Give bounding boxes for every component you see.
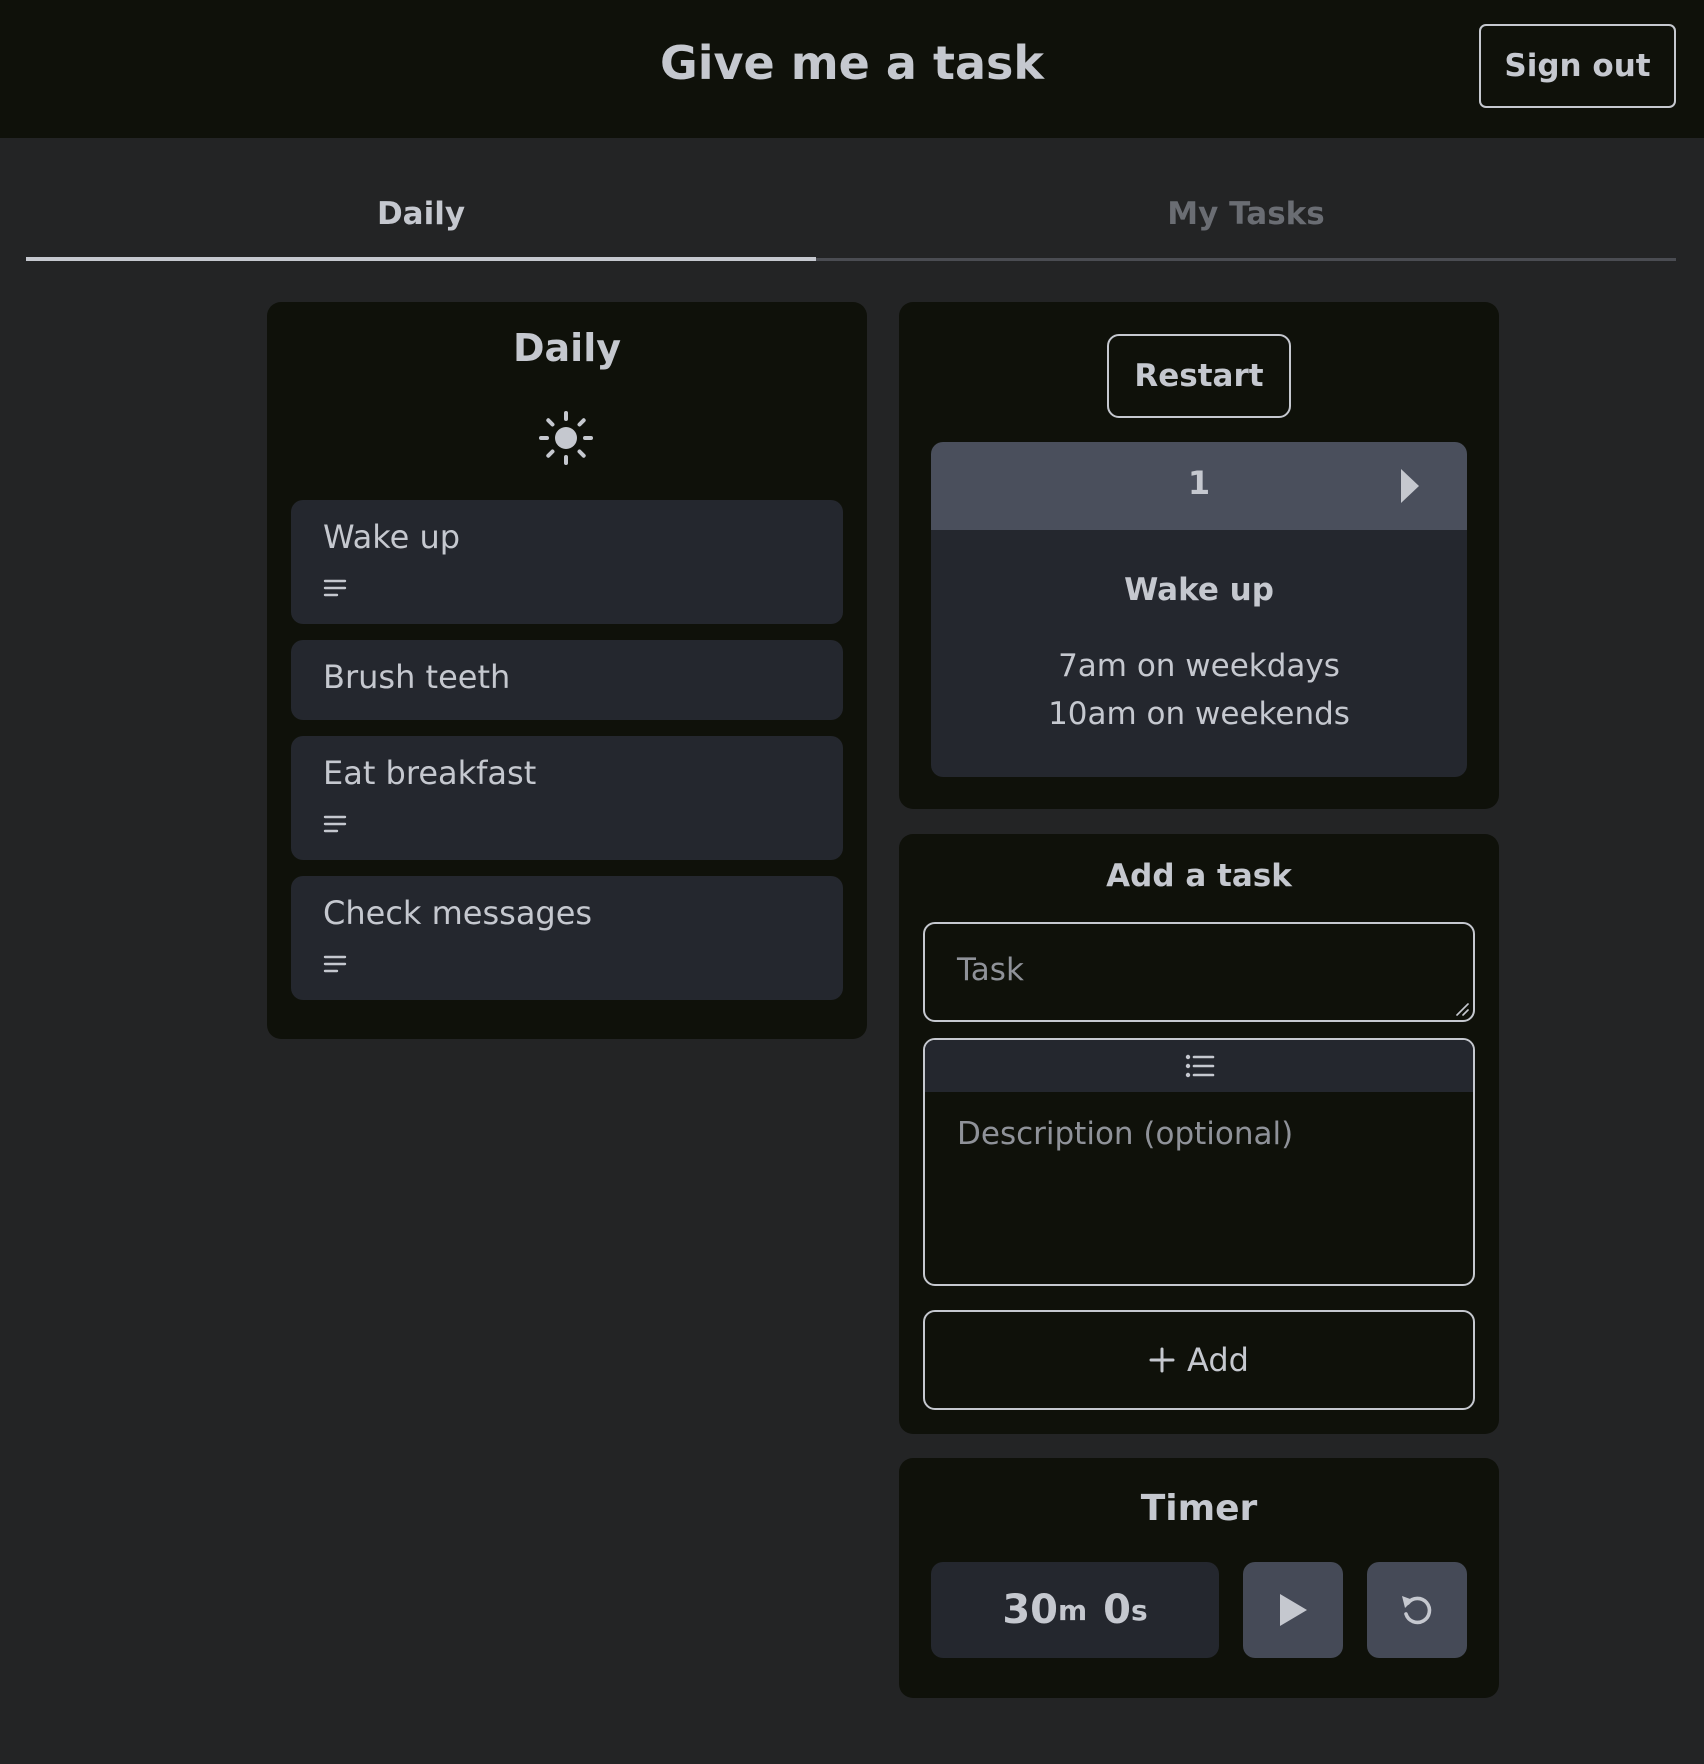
description-input[interactable] [925, 1092, 1473, 1284]
daily-task-label: Wake up [323, 518, 461, 556]
description-icon [323, 955, 347, 973]
timer-minutes-unit: m [1057, 1593, 1088, 1627]
timer-play-button[interactable] [1243, 1562, 1343, 1658]
add-task-button[interactable]: Add [923, 1310, 1475, 1410]
current-task-description: 7am on weekdays 10am on weekends [931, 642, 1467, 738]
app-title: Give me a task [660, 36, 1044, 90]
tab-active-indicator [26, 257, 816, 261]
sign-out-button[interactable]: Sign out [1479, 24, 1676, 108]
timer-reset-button[interactable] [1367, 1562, 1467, 1658]
current-task-title: Wake up [1124, 572, 1274, 608]
add-button-label: Add [1187, 1341, 1249, 1379]
daily-task-label: Brush teeth [323, 658, 511, 696]
daily-task-item[interactable]: Eat breakfast [291, 736, 843, 860]
description-line: 10am on weekends [1048, 696, 1350, 732]
list-icon[interactable] [1185, 1052, 1215, 1080]
sun-icon [539, 411, 593, 465]
reset-icon [1402, 1596, 1432, 1625]
description-icon [323, 815, 347, 833]
task-number: 1 [1187, 464, 1211, 502]
add-task-title: Add a task [1106, 858, 1292, 894]
timer-minutes: 30 [1002, 1587, 1058, 1633]
daily-task-item[interactable]: Check messages [291, 876, 843, 1000]
description-line: 7am on weekdays [1058, 648, 1340, 684]
next-arrow-icon[interactable] [1397, 466, 1423, 506]
daily-task-label: Eat breakfast [323, 754, 537, 792]
description-toolbar [925, 1040, 1473, 1092]
timer-seconds: 0 [1103, 1587, 1132, 1633]
task-input[interactable] [923, 922, 1475, 1022]
timer-seconds-unit: s [1131, 1593, 1148, 1627]
daily-task-item[interactable]: Wake up [291, 500, 843, 624]
timer-display: 30 m 0 s [931, 1562, 1219, 1658]
plus-icon [1149, 1347, 1175, 1373]
tab-my-tasks[interactable]: My Tasks [816, 196, 1676, 238]
daily-task-item[interactable]: Brush teeth [291, 640, 843, 720]
current-task-header: 1 [931, 442, 1467, 530]
resize-grip-icon[interactable] [1455, 1002, 1469, 1016]
play-icon [1280, 1594, 1307, 1626]
daily-task-label: Check messages [323, 894, 593, 932]
description-editor [923, 1038, 1475, 1286]
tab-daily[interactable]: Daily [26, 196, 816, 238]
daily-title: Daily [512, 326, 621, 370]
restart-button[interactable]: Restart [1107, 334, 1291, 418]
timer-title: Timer [1140, 1488, 1258, 1529]
current-task-card: Wake up 7am on weekdays 10am on weekends [931, 530, 1467, 777]
app-header: Give me a task Sign out [0, 0, 1704, 138]
description-icon [323, 579, 347, 597]
